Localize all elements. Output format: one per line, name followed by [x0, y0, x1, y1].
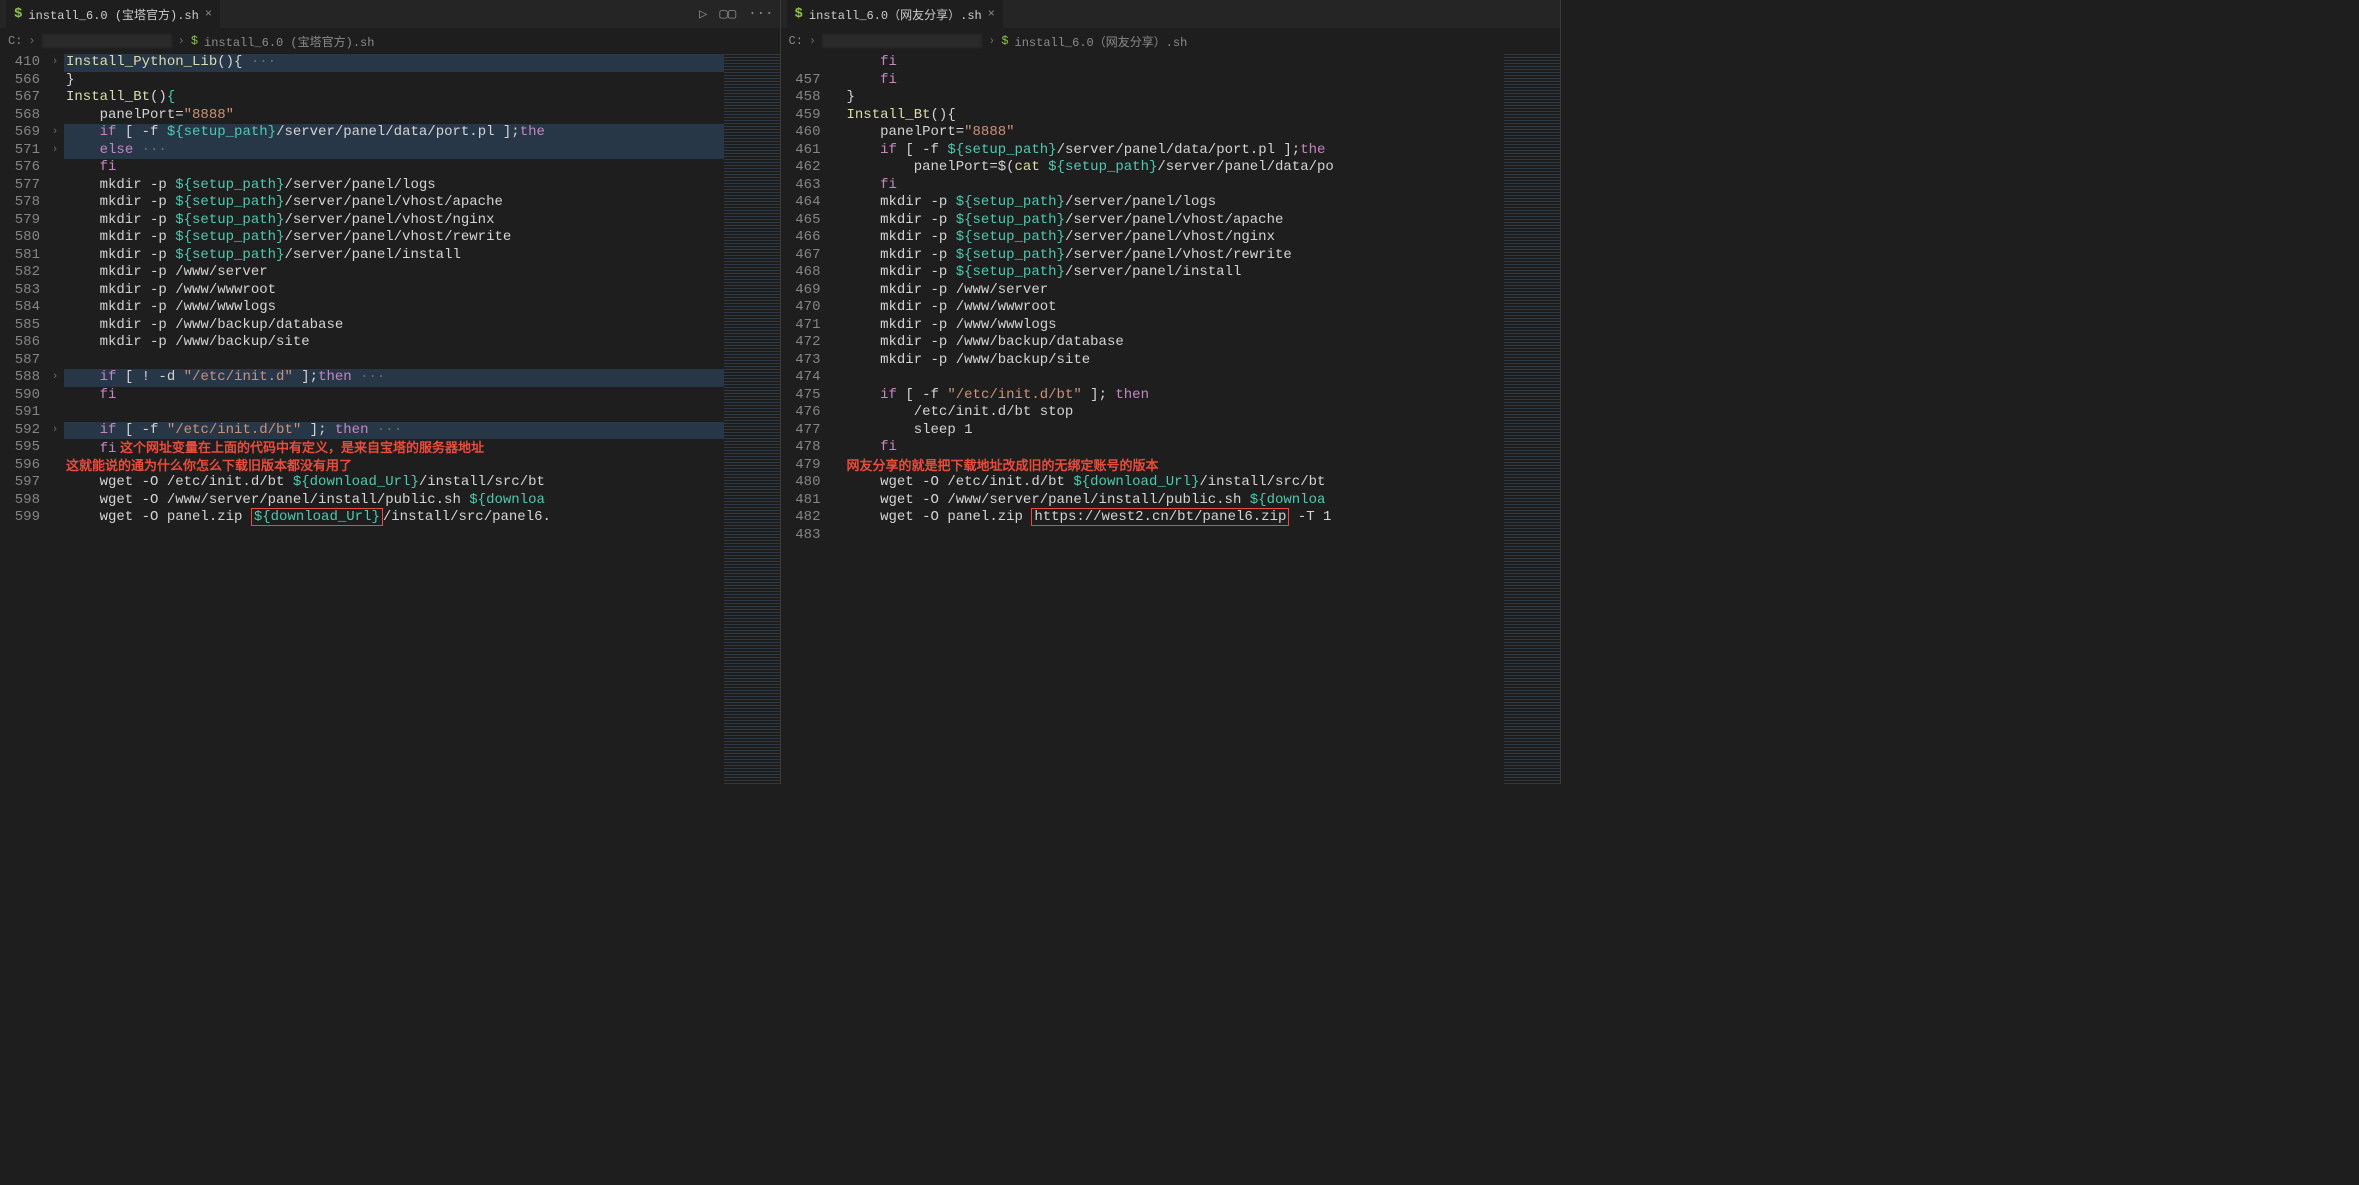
shell-file-icon: $: [14, 6, 22, 22]
tab-label: install_6.0 (宝塔官方).sh: [28, 6, 198, 23]
more-icon[interactable]: ···: [748, 6, 773, 23]
code-editor[interactable]: 4574584594604614624634644654664674684694…: [781, 54, 1561, 784]
chevron-right-icon: ›: [178, 34, 185, 48]
shell-file-icon: $: [795, 6, 803, 22]
chevron-right-icon: ›: [988, 34, 995, 48]
close-icon[interactable]: ×: [988, 7, 995, 21]
editor-container: $ install_6.0 (宝塔官方).sh × ▷ ▢▢ ··· C: › …: [0, 0, 1561, 784]
code-area[interactable]: fi fi}Install_Bt(){ panelPort="8888" if …: [845, 54, 1505, 784]
line-number-gutter: 4105665675685695715765775785795805815825…: [0, 54, 46, 784]
bc-drive: C:: [8, 34, 22, 48]
shell-file-icon: $: [191, 34, 198, 48]
tab-bar: $ install_6.0 (宝塔官方).sh × ▷ ▢▢ ···: [0, 0, 780, 28]
split-editor-icon[interactable]: ▢▢: [719, 6, 736, 23]
fold-gutter[interactable]: [827, 54, 845, 784]
bc-file: install_6.0（网友分享）.sh: [1015, 33, 1188, 50]
left-pane: $ install_6.0 (宝塔官方).sh × ▷ ▢▢ ··· C: › …: [0, 0, 781, 784]
close-icon[interactable]: ×: [205, 7, 212, 21]
run-icon[interactable]: ▷: [699, 6, 707, 23]
code-editor[interactable]: 4105665675685695715765775785795805815825…: [0, 54, 780, 784]
fold-gutter[interactable]: ›››››: [46, 54, 64, 784]
tab-label: install_6.0（网友分享）.sh: [809, 6, 982, 23]
chevron-right-icon: ›: [809, 34, 816, 48]
tab-right-file[interactable]: $ install_6.0（网友分享）.sh ×: [787, 0, 1003, 28]
right-pane: $ install_6.0（网友分享）.sh × C: › › $ instal…: [781, 0, 1562, 784]
breadcrumb[interactable]: C: › › $ install_6.0（网友分享）.sh: [781, 28, 1561, 54]
tab-left-file[interactable]: $ install_6.0 (宝塔官方).sh ×: [6, 0, 220, 28]
line-number-gutter: 4574584594604614624634644654664674684694…: [781, 54, 827, 784]
minimap[interactable]: [724, 54, 780, 784]
breadcrumb[interactable]: C: › › $ install_6.0 (宝塔官方).sh: [0, 28, 780, 54]
tab-bar: $ install_6.0（网友分享）.sh ×: [781, 0, 1561, 28]
shell-file-icon: $: [1001, 34, 1008, 48]
bc-file: install_6.0 (宝塔官方).sh: [204, 33, 374, 50]
minimap[interactable]: [1504, 54, 1560, 784]
bc-drive: C:: [789, 34, 803, 48]
tab-actions: ▷ ▢▢ ···: [699, 6, 774, 23]
code-area[interactable]: Install_Python_Lib(){ ···}Install_Bt(){ …: [64, 54, 724, 784]
chevron-right-icon: ›: [28, 34, 35, 48]
bc-path-blurred: [822, 34, 982, 48]
bc-path-blurred: [42, 34, 172, 48]
